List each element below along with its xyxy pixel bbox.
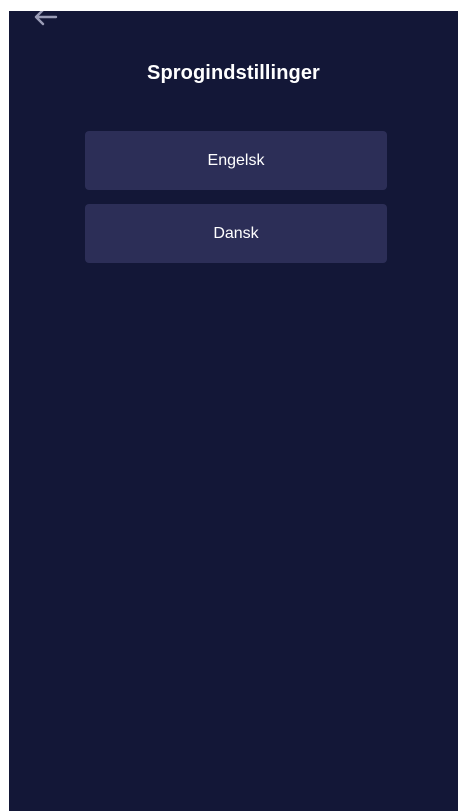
arrow-left-icon <box>32 11 58 27</box>
language-option-label: Engelsk <box>207 151 265 169</box>
page-title: Sprogindstillinger <box>147 62 320 84</box>
language-settings-screen: Sprogindstillinger Engelsk Dansk <box>9 11 458 811</box>
language-option-engelsk[interactable]: Engelsk <box>85 131 387 190</box>
back-button[interactable] <box>29 11 61 31</box>
language-list: Engelsk Dansk <box>85 131 387 277</box>
language-option-dansk[interactable]: Dansk <box>85 204 387 263</box>
language-option-label: Dansk <box>213 224 259 242</box>
